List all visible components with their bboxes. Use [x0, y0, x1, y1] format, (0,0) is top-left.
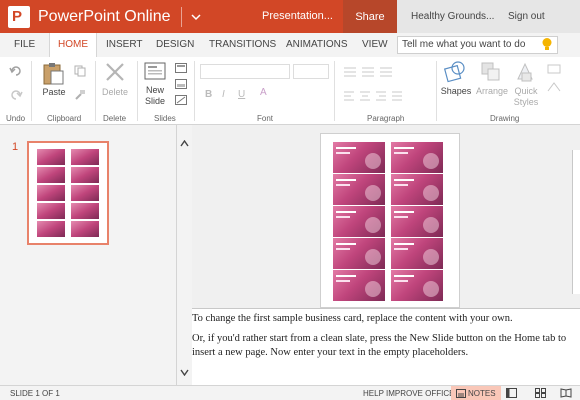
slide-thumbnail[interactable]: [27, 141, 109, 245]
paste-icon[interactable]: [42, 61, 64, 90]
title-bar: P PowerPoint Online Presentation... Shar…: [0, 0, 580, 33]
canvas-scrollbar[interactable]: [572, 150, 580, 294]
tell-me-input[interactable]: Tell me what you want to do: [397, 36, 558, 54]
bullets-icon[interactable]: [342, 65, 402, 83]
new-slide-label-line2[interactable]: Slide: [140, 96, 170, 106]
shapes-icon[interactable]: [443, 60, 467, 89]
powerpoint-logo-icon: P: [8, 5, 30, 28]
tab-transitions[interactable]: TRANSITIONS: [209, 39, 276, 50]
notes-toggle-button[interactable]: NOTES: [451, 386, 501, 400]
chevron-down-icon[interactable]: [188, 10, 204, 24]
undo-icon[interactable]: [9, 64, 23, 82]
account-area: Healthy Grounds... Sign out: [397, 0, 580, 33]
shape-fill-icon[interactable]: [547, 61, 561, 79]
business-card[interactable]: [333, 142, 385, 173]
slide-thumbnail-number: 1: [12, 141, 19, 153]
ribbon-divider: [194, 61, 195, 121]
slide[interactable]: [320, 133, 460, 308]
notes-toggle-label: NOTES: [468, 389, 496, 398]
arrange-icon[interactable]: [480, 61, 502, 88]
shapes-button-label[interactable]: Shapes: [440, 86, 472, 96]
business-card[interactable]: [333, 238, 385, 269]
group-label-clipboard: Clipboard: [47, 114, 82, 123]
quick-styles-icon[interactable]: [514, 61, 536, 88]
new-slide-label-line1[interactable]: New: [140, 85, 170, 95]
tab-file[interactable]: FILE: [14, 39, 35, 50]
quick-styles-label-line2[interactable]: Styles: [510, 97, 542, 107]
sign-out-link[interactable]: Sign out: [508, 11, 545, 22]
normal-view-icon[interactable]: [506, 388, 517, 400]
app-name[interactable]: PowerPoint Online: [38, 8, 171, 26]
tab-insert[interactable]: INSERT: [106, 39, 143, 50]
arrange-button-label[interactable]: Arrange: [474, 86, 510, 96]
notes-pane[interactable]: To change the first sample business card…: [192, 308, 580, 385]
font-color-icon[interactable]: A: [260, 87, 267, 98]
scroll-down-icon[interactable]: [180, 363, 189, 381]
help-improve-office-link[interactable]: HELP IMPROVE OFFICE: [363, 389, 454, 398]
font-name-dropdown[interactable]: [200, 64, 290, 79]
share-button[interactable]: Share: [343, 0, 397, 33]
copy-icon[interactable]: [74, 64, 86, 82]
document-name[interactable]: Presentation...: [262, 10, 333, 22]
bold-icon[interactable]: B: [205, 89, 212, 100]
tab-design[interactable]: DESIGN: [156, 39, 194, 50]
reading-view-icon[interactable]: [560, 388, 572, 400]
ribbon-divider: [334, 61, 335, 121]
title-separator: [180, 6, 182, 27]
shape-outline-icon[interactable]: [547, 79, 561, 97]
ribbon-divider: [95, 61, 96, 121]
group-label-paragraph: Paragraph: [367, 114, 405, 123]
vertical-scrollbar[interactable]: [177, 125, 192, 385]
status-bar: SLIDE 1 OF 1 HELP IMPROVE OFFICE NOTES: [0, 385, 580, 400]
align-icon[interactable]: [342, 89, 422, 107]
ribbon-divider: [436, 61, 437, 121]
slide-sorter-icon[interactable]: [535, 388, 546, 400]
notes-paragraph: To change the first sample business card…: [192, 313, 513, 324]
business-card[interactable]: [333, 206, 385, 237]
format-painter-icon[interactable]: [74, 88, 86, 106]
user-name[interactable]: Healthy Grounds...: [411, 11, 494, 22]
new-slide-icon[interactable]: [144, 60, 166, 87]
ribbon-divider: [137, 61, 138, 121]
lightbulb-icon: [541, 37, 553, 52]
notes-icon: [456, 389, 466, 398]
scroll-up-icon[interactable]: [180, 134, 189, 152]
notes-paragraph: Or, if you'd rather start from a clean s…: [192, 333, 567, 358]
hide-slide-icon[interactable]: [175, 92, 187, 110]
delete-button-label[interactable]: Delete: [99, 87, 131, 97]
font-size-dropdown[interactable]: [293, 64, 329, 79]
group-label-delete: Delete: [103, 114, 127, 123]
group-label-drawing: Drawing: [490, 114, 520, 123]
business-card[interactable]: [333, 174, 385, 205]
underline-icon[interactable]: U: [238, 89, 245, 100]
business-card[interactable]: [391, 206, 443, 237]
paste-button-label[interactable]: Paste: [41, 87, 67, 97]
business-card[interactable]: [333, 270, 385, 301]
tab-view[interactable]: VIEW: [362, 39, 388, 50]
ribbon-divider: [31, 61, 32, 121]
italic-icon[interactable]: I: [222, 89, 225, 100]
business-card[interactable]: [391, 174, 443, 205]
business-card[interactable]: [391, 238, 443, 269]
group-label-undo: Undo: [6, 114, 26, 123]
redo-icon[interactable]: [9, 88, 23, 106]
business-card[interactable]: [391, 142, 443, 173]
group-label-slides: Slides: [154, 114, 176, 123]
group-label-font: Font: [257, 114, 274, 123]
business-card[interactable]: [391, 270, 443, 301]
tab-home[interactable]: HOME: [49, 33, 97, 57]
ribbon: Undo Paste Clipboard Delete Delete New S…: [0, 57, 580, 125]
quick-styles-label-line1[interactable]: Quick: [510, 86, 542, 96]
delete-icon[interactable]: [104, 61, 126, 88]
slide-position: SLIDE 1 OF 1: [10, 389, 60, 398]
tab-animations[interactable]: ANIMATIONS: [286, 39, 347, 50]
